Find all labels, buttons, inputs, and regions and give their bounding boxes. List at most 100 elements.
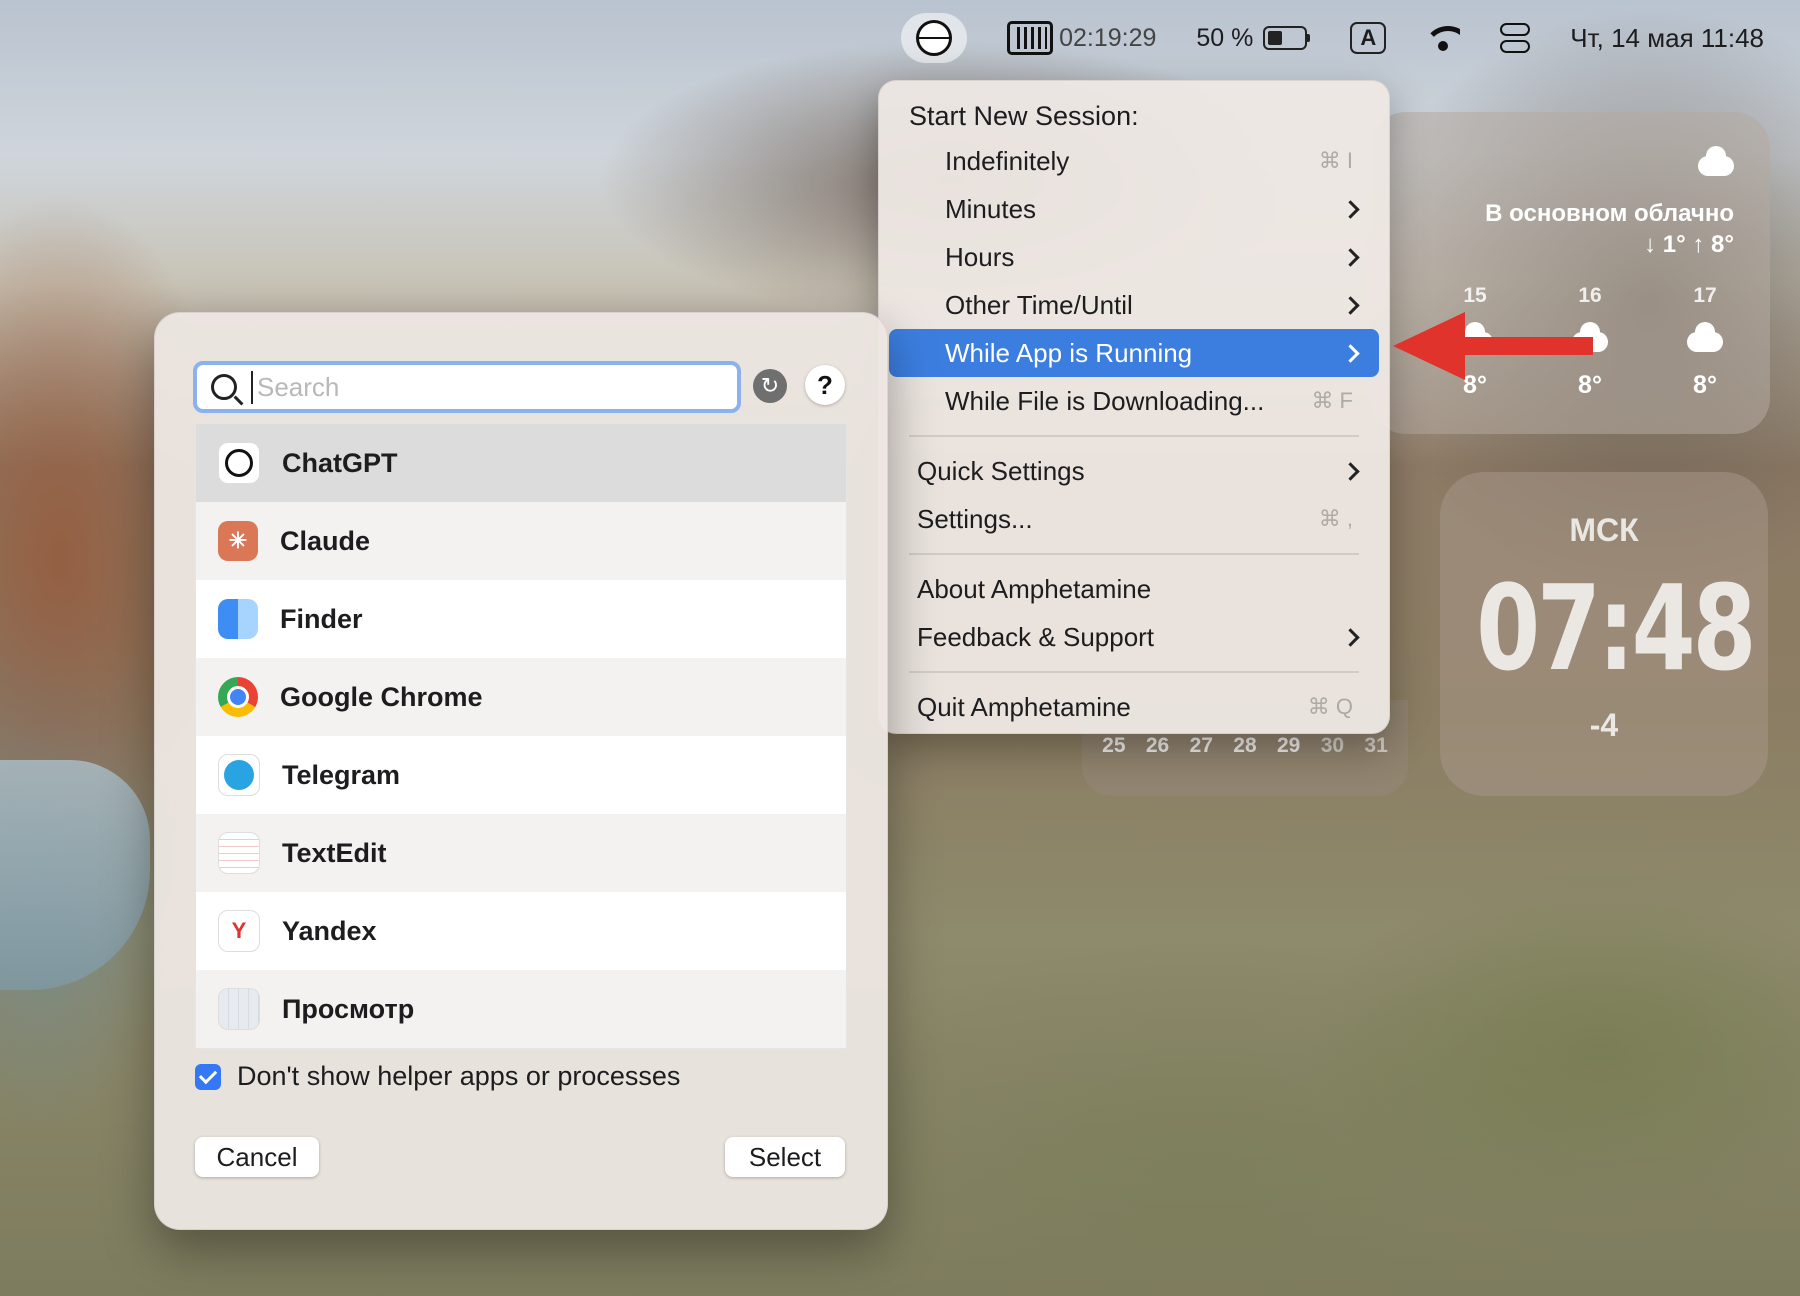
forecast-hour: 16 [1578, 284, 1602, 307]
menu-item-label: Indefinitely [945, 145, 1070, 176]
app-name: TextEdit [282, 837, 387, 868]
chevron-right-icon [1341, 461, 1360, 481]
list-item[interactable]: Google Chrome [196, 658, 846, 736]
calendar-day: 29 [1276, 734, 1301, 757]
calendar-day: 27 [1189, 734, 1213, 757]
chevron-right-icon [1341, 199, 1360, 219]
chatgpt-icon [218, 442, 260, 484]
weather-condition: В основном облачно ↓ 1° ↑ 8° [1485, 198, 1734, 260]
menu-item-label: Hours [945, 241, 1015, 272]
input-source-menu[interactable]: A [1350, 22, 1387, 54]
timer-icon [1007, 21, 1054, 55]
list-item[interactable]: Y Yandex [196, 892, 846, 970]
list-item[interactable]: TextEdit [196, 814, 846, 892]
menu-item-label: Settings... [917, 503, 1033, 534]
app-name: ChatGPT [282, 447, 398, 478]
menu-item-about[interactable]: About Amphetamine [889, 565, 1379, 613]
telegram-icon [218, 754, 260, 796]
input-source-icon: A [1350, 22, 1387, 54]
menu-bar: 02:19:29 50 % A Чт, 14 мая 11:48 [0, 0, 1800, 76]
claude-icon: ✳ [218, 521, 258, 561]
menu-item-hours[interactable]: Hours [889, 233, 1379, 281]
chevron-right-icon [1341, 247, 1360, 267]
control-center-icon [1500, 23, 1531, 53]
menu-item-label: While File is Downloading... [945, 385, 1265, 416]
menu-item-while-app-running[interactable]: While App is Running [889, 329, 1379, 377]
amphetamine-menu: Start New Session: Indefinitely ⌘ I Minu… [878, 80, 1390, 734]
calendar-day: 25 [1102, 734, 1126, 757]
search-input[interactable] [251, 370, 719, 404]
menu-item-settings[interactable]: Settings... ⌘ , [889, 495, 1379, 543]
session-timer-text: 02:19:29 [1059, 23, 1157, 52]
search-field[interactable] [193, 361, 741, 413]
app-name: Просмотр [282, 993, 415, 1024]
app-name: Telegram [282, 759, 401, 790]
help-button[interactable]: ? [805, 365, 845, 405]
menu-item-quick-settings[interactable]: Quick Settings [889, 447, 1379, 495]
session-timer[interactable]: 02:19:29 [1007, 21, 1156, 55]
weather-range: ↓ 1° ↑ 8° [1644, 231, 1734, 259]
app-picker-dialog: ↻ ? ChatGPT ✳ Claude Finder Google Chrom… [154, 312, 888, 1230]
menu-item-indefinitely[interactable]: Indefinitely ⌘ I [889, 137, 1379, 185]
app-name: Claude [280, 525, 371, 556]
menu-item-label: About Amphetamine [917, 573, 1152, 604]
app-name: Yandex [282, 915, 377, 946]
finder-icon [218, 599, 258, 639]
menu-item-other-time[interactable]: Other Time/Until [889, 281, 1379, 329]
cloud-icon [1687, 322, 1723, 352]
menu-divider [909, 435, 1359, 437]
menu-item-label: While App is Running [945, 337, 1193, 368]
yandex-icon: Y [218, 910, 260, 952]
weather-condition-text: В основном облачно [1485, 200, 1734, 227]
menu-divider [909, 553, 1359, 555]
chevron-right-icon [1341, 295, 1360, 315]
clock-offset: -4 [1589, 707, 1619, 743]
menu-item-minutes[interactable]: Minutes [889, 185, 1379, 233]
menu-item-feedback[interactable]: Feedback & Support [889, 613, 1379, 661]
helper-apps-checkbox[interactable] [195, 1063, 221, 1090]
battery-status[interactable]: 50 % [1196, 23, 1311, 53]
wifi-icon [1426, 24, 1461, 52]
control-center-menu[interactable] [1500, 23, 1531, 53]
menu-item-label: Quick Settings [917, 455, 1085, 486]
cloud-icon [1698, 146, 1734, 176]
menu-section-header: Start New Session: [909, 101, 1139, 131]
app-list: ChatGPT ✳ Claude Finder Google Chrome Te… [195, 423, 847, 1049]
select-button[interactable]: Select [725, 1137, 845, 1177]
menu-item-quit[interactable]: Quit Amphetamine ⌘ Q [889, 683, 1379, 731]
menu-item-while-file-downloading[interactable]: While File is Downloading... ⌘ F [889, 377, 1379, 425]
app-name: Google Chrome [280, 681, 483, 712]
wifi-menu[interactable] [1426, 24, 1461, 52]
clock-city: МСК [1569, 512, 1639, 548]
list-item[interactable]: Просмотр [196, 970, 846, 1048]
annotation-arrow-icon [1393, 312, 1593, 380]
checkbox-label: Don't show helper apps or processes [237, 1061, 681, 1091]
list-item[interactable]: ChatGPT [196, 424, 846, 502]
battery-percent: 50 % [1196, 23, 1254, 52]
world-clock-widget[interactable]: МСК 07:48 -4 [1440, 472, 1768, 796]
list-item[interactable]: ✳ Claude [196, 502, 846, 580]
list-item[interactable]: Telegram [196, 736, 846, 814]
forecast-temp: 8° [1693, 371, 1717, 399]
menu-shortcut: ⌘ Q [1307, 694, 1353, 719]
chrome-icon [218, 677, 258, 717]
calendar-day: 28 [1233, 734, 1257, 757]
forecast-hour: 15 [1463, 284, 1487, 307]
amphetamine-icon-wrap[interactable] [901, 13, 968, 63]
preview-icon [218, 988, 260, 1030]
search-icon [211, 374, 237, 400]
menu-item-label: Feedback & Support [917, 621, 1155, 652]
menu-shortcut: ⌘ , [1318, 506, 1353, 531]
refresh-button[interactable]: ↻ [753, 369, 787, 403]
clock-time: 07:48 [1476, 559, 1756, 697]
helper-apps-option[interactable]: Don't show helper apps or processes [195, 1061, 680, 1092]
calendar-day: 26 [1145, 734, 1170, 757]
list-item[interactable]: Finder [196, 580, 846, 658]
cancel-button[interactable]: Cancel [195, 1137, 319, 1177]
menu-shortcut: ⌘ F [1311, 388, 1353, 413]
menu-item-label: Minutes [945, 193, 1037, 224]
menu-shortcut: ⌘ I [1318, 148, 1353, 173]
hourly-forecast: 17 8° [1660, 284, 1750, 400]
amphetamine-menu-extra[interactable] [901, 13, 968, 63]
menubar-clock[interactable]: Чт, 14 мая 11:48 [1570, 23, 1764, 54]
